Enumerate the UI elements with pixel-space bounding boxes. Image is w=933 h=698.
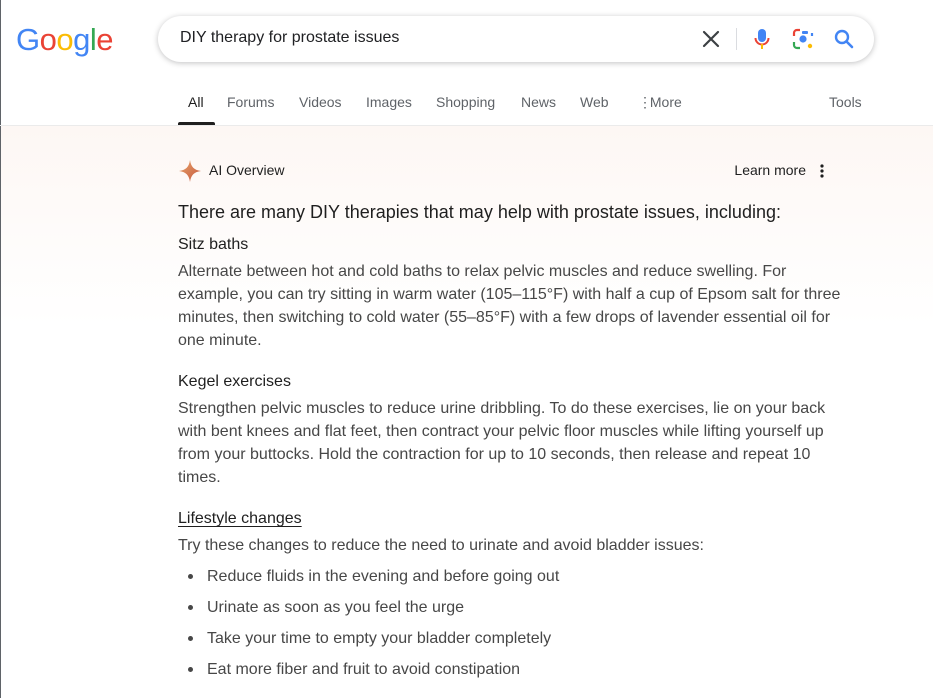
tab-all[interactable]: All bbox=[188, 94, 204, 110]
sparkle-icon bbox=[178, 159, 202, 188]
close-icon[interactable] bbox=[699, 27, 723, 51]
search-tabs: All Forums Videos Images Shopping News W… bbox=[0, 88, 933, 126]
list-item: Urinate as soon as you feel the urge bbox=[188, 596, 848, 619]
ai-overview-content: There are many DIY therapies that may he… bbox=[178, 200, 848, 689]
tab-news[interactable]: News bbox=[521, 94, 556, 110]
list-item: Eat more fiber and fruit to avoid consti… bbox=[188, 658, 848, 681]
ai-overview-intro: There are many DIY therapies that may he… bbox=[178, 202, 781, 222]
tab-images[interactable]: Images bbox=[366, 94, 412, 110]
tab-more-label: More bbox=[649, 94, 682, 110]
logo-letter: g bbox=[73, 22, 90, 57]
tools-button[interactable]: Tools bbox=[829, 94, 862, 110]
lens-icon[interactable] bbox=[791, 27, 815, 51]
tab-more[interactable]: ⋮ More bbox=[638, 94, 682, 111]
section-title-lifestyle-changes[interactable]: Lifestyle changes bbox=[178, 508, 848, 530]
more-options-icon[interactable] bbox=[812, 160, 832, 182]
google-logo[interactable]: Google bbox=[16, 20, 114, 60]
tab-shopping[interactable]: Shopping bbox=[436, 94, 495, 110]
learn-more-link[interactable]: Learn more bbox=[734, 162, 806, 178]
logo-letter: o bbox=[56, 22, 74, 57]
search-input[interactable]: DIY therapy for prostate issues bbox=[180, 29, 399, 47]
tab-forums[interactable]: Forums bbox=[227, 94, 274, 110]
ai-overview-title: AI Overview bbox=[209, 162, 285, 178]
section-body-kegel-exercises: Strengthen pelvic muscles to reduce urin… bbox=[178, 400, 826, 486]
list-item: Take your time to empty your bladder com… bbox=[188, 627, 848, 650]
search-divider bbox=[736, 28, 737, 50]
search-icon[interactable] bbox=[832, 27, 856, 51]
logo-letter: G bbox=[16, 22, 40, 57]
search-box[interactable]: DIY therapy for prostate issues bbox=[158, 16, 874, 62]
list-item: Reduce fluids in the evening and before … bbox=[188, 565, 848, 588]
section-title-kegel-exercises: Kegel exercises bbox=[178, 373, 291, 390]
ai-overview-header: AI Overview Learn more bbox=[178, 158, 832, 184]
section-title-sitz-baths: Sitz baths bbox=[178, 236, 249, 253]
mic-icon[interactable] bbox=[750, 27, 774, 51]
logo-letter: o bbox=[39, 22, 57, 57]
tab-videos[interactable]: Videos bbox=[299, 94, 342, 110]
lifestyle-bullet-list: Reduce fluids in the evening and before … bbox=[178, 565, 848, 681]
section-body-sitz-baths: Alternate between hot and cold baths to … bbox=[178, 263, 841, 349]
section-body-lifestyle-changes: Try these changes to reduce the need to … bbox=[178, 537, 704, 554]
more-vert-icon: ⋮ bbox=[638, 94, 652, 110]
logo-letter: e bbox=[96, 22, 114, 57]
tab-web[interactable]: Web bbox=[580, 94, 609, 110]
